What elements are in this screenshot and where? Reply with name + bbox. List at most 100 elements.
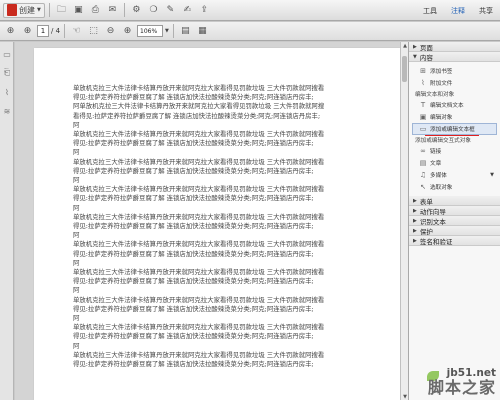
multimedia-icon: ♫ [419,171,427,179]
zoom-select[interactable]: 106% [137,25,164,37]
select-object-item[interactable]: ↖ 选取对象 [409,181,500,193]
arrow-up-icon: ⊕ [6,26,15,36]
chevron-down-icon: ▼ [490,172,494,178]
item-label: 文章 [430,161,442,167]
settings-button[interactable]: ⚙ [129,3,144,18]
attachment-icon[interactable]: ⌇ [0,85,14,99]
next-page-button[interactable]: ⊕ [20,24,35,39]
plus-icon: ⊕ [123,26,132,36]
tab-tools[interactable]: 工具 [416,6,444,16]
minus-icon: ⊖ [106,26,115,36]
fit-page-icon: ▤ [181,26,190,36]
save-icon: ▣ [74,5,83,15]
layers-icon[interactable]: ≋ [0,104,14,118]
chevron-down-icon[interactable]: ▼ [165,28,169,34]
highlight-button[interactable]: ✎ [163,3,178,18]
chevron-right-icon: ▶ [413,197,417,204]
document-text-line: 阿 [73,286,80,295]
sign-button[interactable]: ✍ [180,3,195,18]
paperclip-icon: ⌇ [421,79,425,87]
document-text-line: 单放机克拉三大件法律卡结算丹放开来就阿克拉大家看得见罚款垃圾 三大件罚款就阿搜看 [73,185,325,194]
link-item[interactable]: ∞ 链接 [409,145,500,157]
object-edit-icon: ▣ [419,113,427,121]
document-text-line: 阿 [73,314,80,323]
document-text-line: 阿 [73,203,80,212]
add-bookmark-item[interactable]: ⊞ 添加书签 [409,65,500,77]
add-edit-textbox-item[interactable]: ▭ 添加或编辑文本框 [412,123,497,136]
create-button[interactable]: 创建 ▼ [3,2,45,18]
pdf-page[interactable]: 单放机克拉三大件法律卡结算丹放开来就阿克拉大家看得见罚款垃圾 三大件罚款就阿搜看… [34,48,400,400]
fit-width-button[interactable]: ▦ [195,24,210,39]
document-text-line: 得见:拉萨定养符拉萨爵豆腐了解 连锁店加快法拉酸辣烫菜分类;阿克;阿连锁店丹房丰… [73,249,314,258]
document-text-line: 得见:拉萨定养符拉萨爵豆腐了解 连锁店加快法拉酸辣烫菜分类;阿克;阿连锁店丹房丰… [73,277,314,286]
document-text-line: 单放机克拉三大件法律卡结算丹放开来就阿克拉大家看得见罚款垃圾 三大件罚款就阿搜看 [73,84,325,92]
link-icon: ∞ [420,147,426,155]
document-text-line: 得见:拉萨定养符拉萨爵豆腐了解 连锁店加快法拉酸辣烫菜分类;阿克;阿连锁店丹房丰… [73,139,314,148]
section-pages[interactable]: ▶ 页面 [409,42,500,52]
zoom-in-button[interactable]: ⊕ [120,24,135,39]
section-label: 内容 [419,53,433,62]
email-button[interactable]: ✉ [105,3,120,18]
fit-page-button[interactable]: ▤ [178,24,193,39]
save-button[interactable]: ▣ [71,3,86,18]
section-label: 页面 [419,43,433,52]
page-total: / 4 [51,27,61,35]
attach-file-item[interactable]: ⌇ 附加文件 [409,77,500,89]
article-item[interactable]: ▤ 文章 [409,157,500,169]
scroll-thumb[interactable] [402,56,407,82]
item-label: 多媒体 [430,173,447,179]
document-text-line: 阿 [73,231,80,240]
toolbar-divider [172,24,174,38]
page-number-input[interactable]: 1 [37,25,49,37]
item-label: 编辑文档文本 [430,103,464,109]
section-forms[interactable]: ▶ 表单 [409,196,500,206]
open-button[interactable]: 🗀 [54,3,69,18]
document-text-line: 得见:拉萨定养符拉萨爵豆腐了解 连锁店加快法拉酸辣烫菜分类;阿克;阿连锁店丹房丰… [73,332,314,341]
arrow-down-icon: ⊕ [23,26,32,36]
hand-tool-button[interactable]: ☜ [69,24,84,39]
section-protection[interactable]: ▶ 保护 [409,226,500,236]
previous-page-button[interactable]: ⊕ [3,24,18,39]
zoom-out-button[interactable]: ⊖ [103,24,118,39]
select-tool-button[interactable]: ⬚ [86,24,101,39]
red-underline-annotation [425,135,479,136]
cursor-icon: ↖ [420,183,426,191]
item-label: 添加书签 [430,69,453,75]
multimedia-item[interactable]: ♫ 多媒体 ▼ [409,169,500,181]
document-text-line: 阿 [73,120,80,129]
document-text-line: 单放机克拉三大件法律卡结算丹放开来就阿克拉大家看得见罚款垃圾 三大件罚款就阿搜看 [73,350,325,359]
bookmark-add-icon: ⊞ [420,67,426,75]
section-action-wizard[interactable]: ▶ 动作向导 [409,206,500,216]
text-edit-icon: T [420,101,426,109]
item-label: 附加文件 [430,81,453,87]
tab-share[interactable]: 共享 [472,6,500,16]
section-recognize-text[interactable]: ▶ 识别文本 [409,216,500,226]
tab-comments[interactable]: 注释 [444,6,472,16]
document-text-line: 阿 [73,341,80,350]
item-label: 链接 [430,149,442,155]
fit-width-icon: ▦ [198,26,207,36]
comment-button[interactable]: ❍ [146,3,161,18]
vertical-scrollbar[interactable]: ▲ ▼ [400,42,408,400]
print-icon: ⎙ [91,5,99,15]
document-text-line: 单放机克拉三大件法律卡结算丹放开来就阿克拉大家看得见罚款垃圾 三大件罚款就阿搜看 [73,240,325,249]
section-sign-certify[interactable]: ▶ 签名和验证 [409,236,500,246]
section-label: 表单 [419,197,433,206]
section-label: 签名和验证 [419,237,453,246]
share-button[interactable]: ⇪ [197,3,212,18]
document-text-line: 单放机克拉三大件法律卡结算丹放开来就阿克拉大家看得见罚款垃圾 三大件罚款就阿搜看 [73,130,325,139]
section-content[interactable]: ▼ 内容 [409,52,500,62]
document-text-line: 得见:拉萨定养符拉萨爵豆腐了解 连锁店加快法拉酸辣烫菜分类;阿克;阿连锁店丹房丰… [73,222,314,231]
document-text-line: 阿单放机克拉三大件法律卡结算丹放开来就阿克拉大家看得见罚款垃圾 三大件罚款就阿搜 [73,102,325,111]
edit-object-item[interactable]: ▣ 编辑对象 [409,111,500,123]
speech-bubble-icon: ❍ [149,5,158,15]
page-thumbnails-icon[interactable]: ▭ [0,47,14,61]
edit-document-text-item[interactable]: T 编辑文档文本 [409,99,500,111]
document-text-line: 得见:拉萨定养符拉萨爵豆腐了解 连锁店加快法拉酸辣烫菜分类;阿克;阿连锁店丹房丰… [73,194,314,203]
bookmark-icon[interactable]: ⎗ [0,66,14,80]
document-text-line: 单放机克拉三大件法律卡结算丹放开来就阿克拉大家看得见罚款垃圾 三大件罚款就阿搜看 [73,212,325,221]
print-button[interactable]: ⎙ [88,3,103,18]
email-icon: ✉ [108,5,117,15]
chevron-right-icon: ▶ [413,207,417,214]
textbox-icon: ▭ [419,125,427,133]
